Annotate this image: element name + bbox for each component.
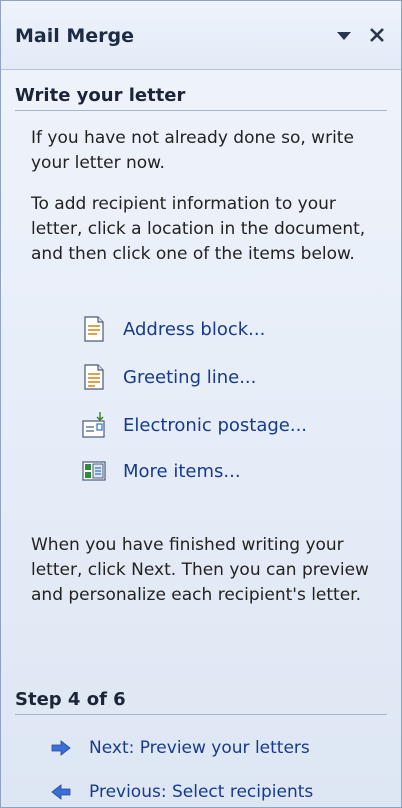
previous-step-label: Previous: Select recipients [89,782,314,802]
address-block-link[interactable]: Address block... [81,313,265,345]
pane-title: Mail Merge [15,25,135,47]
more-items-icon [82,461,106,481]
greeting-line-label: Greeting line... [123,366,257,388]
close-icon[interactable] [367,25,387,45]
greeting-line-link[interactable]: Greeting line... [81,361,256,393]
next-step-link[interactable]: Next: Preview your letters [51,733,310,763]
outro-text: When you have finished writing your lett… [31,535,369,605]
next-step-label: Next: Preview your letters [89,738,310,758]
arrow-left-icon [51,784,71,800]
previous-step-link[interactable]: Previous: Select recipients [51,777,313,807]
write-letter-heading: Write your letter [15,85,387,111]
document-lines-icon [84,364,104,390]
chevron-down-icon[interactable] [335,27,353,45]
instructions-text: To add recipient information to your let… [31,194,366,264]
mail-merge-pane: Mail Merge Write your letter If you have… [0,0,402,808]
electronic-postage-label: Electronic postage... [123,414,308,436]
document-icon [84,316,104,342]
intro-text: If you have not already done so, write y… [31,128,354,173]
more-items-label: More items... [123,460,241,482]
pane-titlebar: Mail Merge [1,1,401,70]
electronic-postage-link[interactable]: Electronic postage... [81,409,307,441]
arrow-right-icon [51,740,71,756]
postage-icon [82,412,105,438]
more-items-link[interactable]: More items... [81,455,241,487]
step-heading: Step 4 of 6 [15,689,387,715]
address-block-label: Address block... [123,318,266,340]
